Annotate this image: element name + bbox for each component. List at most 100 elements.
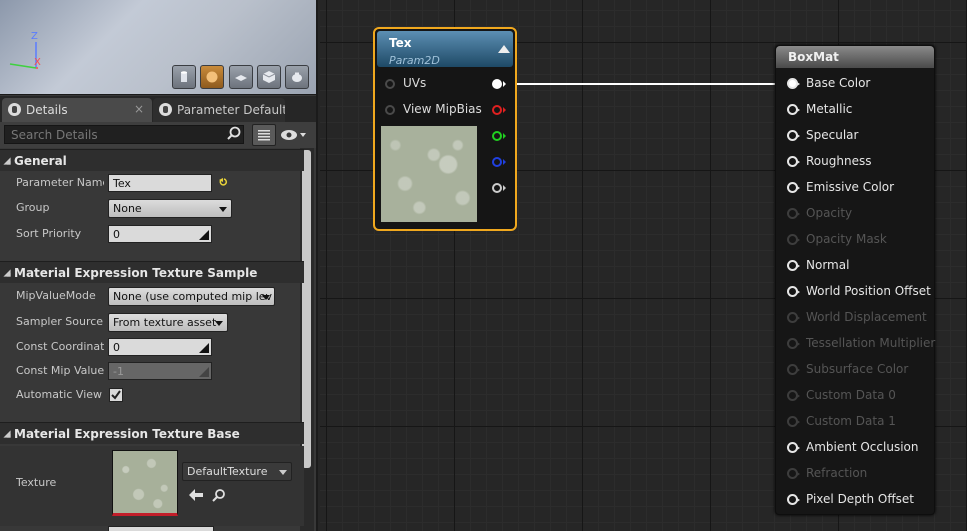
panel-tab-bar: Details × Parameter Defaults — [0, 96, 318, 122]
preview-sphere-button[interactable] — [200, 65, 224, 89]
mip-value-mode-dropdown[interactable]: None (use computed mip lev — [108, 287, 275, 306]
input-pin-opacity[interactable] — [787, 208, 800, 219]
input-pin-view-mipbias[interactable] — [384, 104, 396, 116]
panel-splitter[interactable] — [316, 0, 318, 531]
automatic-view-mip-checkbox[interactable] — [109, 388, 123, 402]
texture-preview-image — [381, 126, 477, 222]
input-pin-emissive-color[interactable] — [787, 182, 800, 193]
preview-cube-button[interactable] — [257, 65, 281, 89]
input-pin-normal[interactable] — [787, 260, 800, 271]
input-pin-specular[interactable] — [787, 130, 800, 141]
view-options-button[interactable] — [252, 124, 276, 146]
material-preview-viewport[interactable]: Z X — [0, 0, 318, 95]
const-coordinate-input[interactable]: 0 — [108, 338, 212, 356]
input-pin-world-displacement[interactable] — [787, 312, 800, 323]
tab-parameter-defaults-label: Parameter Defaults — [177, 103, 285, 117]
eye-icon[interactable] — [281, 128, 307, 142]
property-sampler-source: Sampler Source From texture asset — [0, 310, 304, 335]
input-pin-refraction[interactable] — [787, 468, 800, 479]
property-label: Group — [16, 201, 50, 214]
node-header[interactable]: BoxMat — [776, 46, 934, 68]
info-icon — [159, 103, 172, 116]
texture-asset-picker[interactable]: DefaultTexture — [182, 462, 292, 481]
tab-parameter-defaults[interactable]: Parameter Defaults — [153, 98, 285, 122]
preview-plane-button[interactable] — [229, 65, 253, 89]
reset-to-default-icon[interactable] — [219, 177, 229, 187]
section-general-title: General — [14, 154, 67, 168]
section-general[interactable]: General — [0, 149, 304, 171]
property-label: Parameter Name — [16, 176, 104, 189]
tab-details[interactable]: Details × — [2, 98, 152, 122]
input-pin-label: Emissive Color — [806, 180, 895, 194]
section-texture-sample[interactable]: Material Expression Texture Sample — [0, 261, 304, 283]
input-pin-custom-data-0[interactable] — [787, 390, 800, 401]
input-pin-label: Ambient Occlusion — [806, 440, 919, 454]
property-group: Group None — [0, 196, 304, 221]
input-pin-label: View MipBias — [403, 102, 482, 116]
input-pin-label: Opacity Mask — [806, 232, 887, 246]
material-result-node[interactable]: BoxMat Base Color Metallic Specular Roughne… — [775, 45, 935, 515]
input-pin-pixel-depth-offset[interactable] — [787, 494, 800, 505]
axis-x-label: X — [34, 57, 41, 68]
use-selected-arrow-icon[interactable] — [189, 489, 203, 501]
collapse-arrow-icon — [3, 269, 11, 277]
property-parameter-name: Parameter Name Tex — [0, 171, 304, 196]
input-pin-custom-data-1[interactable] — [787, 416, 800, 427]
input-pin-metallic[interactable] — [787, 104, 800, 115]
tab-details-label: Details — [26, 103, 68, 117]
input-pin-label: Refraction — [806, 466, 868, 480]
input-pin-uvs[interactable] — [384, 78, 396, 90]
group-dropdown[interactable]: None — [108, 199, 232, 218]
output-pin-b[interactable] — [491, 156, 507, 168]
group-dropdown-value: None — [113, 202, 142, 215]
output-pin-r[interactable] — [491, 104, 507, 116]
spin-drag-icon — [199, 343, 209, 353]
input-pin-roughness[interactable] — [787, 156, 800, 167]
teapot-icon — [292, 72, 302, 82]
texture-asset-value: DefaultTexture — [187, 465, 268, 478]
info-icon — [8, 103, 21, 116]
input-pin-label: World Position Offset — [806, 284, 931, 298]
input-pin-label: Pixel Depth Offset — [806, 492, 914, 506]
texture-thumbnail[interactable] — [112, 450, 178, 516]
input-pin-tessellation-multiplier[interactable] — [787, 338, 800, 349]
property-sort-priority: Sort Priority 0 — [0, 222, 304, 247]
preview-teapot-button[interactable] — [285, 65, 309, 89]
chevron-down-icon — [262, 295, 270, 300]
sort-priority-input[interactable]: 0 — [108, 225, 212, 243]
property-automatic-view-mip: Automatic View M — [0, 383, 304, 408]
input-pin-opacity-mask[interactable] — [787, 234, 800, 245]
node-title: Tex — [389, 36, 412, 50]
next-property-field[interactable] — [108, 526, 214, 531]
close-icon[interactable]: × — [134, 102, 144, 116]
input-pin-label: Opacity — [806, 206, 853, 220]
property-label: Sampler Source — [16, 315, 104, 328]
texture-parameter-node[interactable]: Tex Param2D UVs View MipBias — [373, 27, 517, 231]
output-pin-g[interactable] — [491, 130, 507, 142]
collapse-arrow-icon[interactable] — [498, 45, 510, 53]
search-input[interactable] — [4, 125, 244, 144]
section-texture-base[interactable]: Material Expression Texture Base — [0, 422, 304, 444]
output-pin-rgb[interactable] — [491, 78, 507, 90]
search-icon[interactable] — [227, 126, 241, 140]
input-pin-subsurface-color[interactable] — [787, 364, 800, 375]
property-label: Automatic View M — [16, 388, 104, 401]
sphere-icon — [206, 71, 218, 83]
node-header[interactable]: Tex Param2D — [377, 31, 513, 67]
sampler-source-dropdown[interactable]: From texture asset — [108, 313, 228, 332]
spin-drag-icon — [199, 230, 209, 240]
const-mip-value-input: -1 — [108, 362, 212, 380]
input-pin-ambient-occlusion[interactable] — [787, 442, 800, 453]
output-pin-a[interactable] — [491, 182, 507, 194]
property-const-coordinate: Const Coordinate 0 — [0, 335, 304, 360]
node-title: BoxMat — [788, 50, 839, 64]
section-texture-sample-title: Material Expression Texture Sample — [14, 266, 258, 280]
parameter-name-input[interactable]: Tex — [108, 174, 212, 192]
input-pin-base-color[interactable] — [787, 78, 800, 89]
input-pin-label: Custom Data 0 — [806, 388, 896, 402]
preview-cylinder-button[interactable] — [172, 65, 196, 89]
input-pin-world-position-offset[interactable] — [787, 286, 800, 297]
details-panel: Z X Details × Parameter Defaults Search … — [0, 0, 318, 531]
chevron-down-icon — [219, 207, 227, 212]
browse-search-icon[interactable] — [212, 488, 226, 502]
